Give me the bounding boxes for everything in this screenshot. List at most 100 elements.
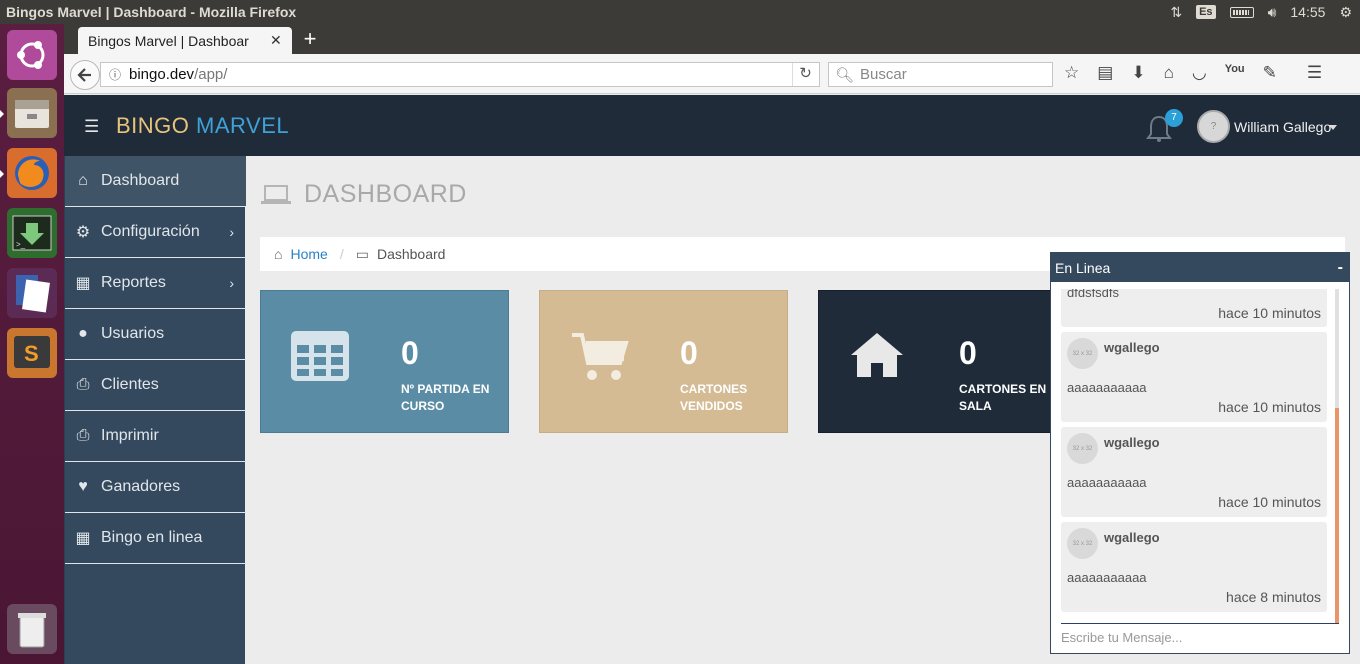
stat-card-partida[interactable]: 0 Nº PARTIDA EN CURSO	[260, 290, 509, 433]
firefox-icon[interactable]	[7, 148, 57, 198]
keyboard-layout-indicator[interactable]: Es	[1196, 5, 1216, 19]
message-user: wgallego	[1104, 435, 1160, 450]
stat-card-cartones-vendidos[interactable]: 0 CARTONES VENDIDOS	[539, 290, 788, 433]
brand-part2: MARVEL	[196, 113, 290, 138]
search-placeholder: Buscar	[860, 66, 907, 83]
grid-table-icon	[291, 331, 349, 381]
libreoffice-icon[interactable]	[7, 268, 57, 318]
message-time: hace 10 minutos	[1218, 305, 1321, 321]
table-icon: ▦	[75, 530, 91, 547]
chevron-down-icon[interactable]	[1329, 125, 1337, 130]
volume-icon[interactable]: 🔊︎	[1268, 4, 1277, 21]
stat-label: Nº PARTIDA EN CURSO	[401, 382, 490, 413]
svg-text:>_: >_	[16, 240, 26, 249]
close-tab-icon[interactable]: ✕	[270, 32, 282, 49]
sidebar-item-label: Reportes	[101, 274, 166, 291]
sidebar-item-usuarios[interactable]: ● Usuarios	[65, 309, 246, 360]
home-icon: ⌂	[274, 246, 283, 262]
pocket-icon[interactable]: ◡	[1192, 63, 1207, 83]
calendar-icon: ▦	[75, 275, 91, 292]
sidebar-item-ganadores[interactable]: ♥ Ganadores	[65, 462, 246, 513]
tab-title: Bingos Marvel | Dashboar	[88, 32, 249, 49]
sidebar-item-bingo-en-linea[interactable]: ▦ Bingo en linea	[65, 513, 246, 564]
back-button[interactable]	[70, 60, 100, 90]
terminal-download-icon[interactable]: >_	[7, 208, 57, 258]
laptop-icon	[261, 184, 291, 204]
house-icon	[851, 333, 903, 377]
message-user: wgallego	[1104, 530, 1160, 545]
avatar: 32 x 32	[1067, 338, 1098, 369]
chat-scrollbar-thumb[interactable]	[1335, 408, 1339, 623]
sidebar-item-label: Usuarios	[101, 325, 165, 342]
youtube-icon[interactable]: You	[1225, 63, 1245, 83]
trash-icon[interactable]	[7, 604, 57, 654]
sidebar-item-label: Ganadores	[101, 478, 181, 495]
chat-message: dfdsfsdfs hace 10 minutos	[1061, 289, 1327, 327]
stat-value: 0	[401, 335, 419, 371]
browser-tab[interactable]: Bingos Marvel | Dashboar ✕	[78, 27, 292, 54]
chat-messages[interactable]: dfdsfsdfs hace 10 minutos 32 x 32 wgalle…	[1061, 289, 1327, 619]
downloads-icon[interactable]: ⬇	[1131, 63, 1145, 83]
avatar: 32 x 32	[1067, 433, 1098, 464]
ubuntu-dash-icon[interactable]	[7, 30, 57, 80]
app-brand[interactable]: BINGO MARVEL	[116, 113, 289, 139]
sidebar-item-label: Imprimir	[101, 427, 159, 444]
notification-badge[interactable]: 7	[1165, 109, 1183, 127]
message-text: aaaaaaaaaaa	[1067, 475, 1147, 490]
network-icon[interactable]: ⇅	[1170, 4, 1182, 21]
sidebar-item-imprimir[interactable]: ⎙ Imprimir	[65, 411, 246, 462]
sidebar-item-reportes[interactable]: ▦ Reportes ›	[65, 258, 246, 309]
eyedropper-icon[interactable]: ✎	[1263, 63, 1277, 83]
hamburger-menu-icon[interactable]: ☰	[84, 117, 99, 137]
stat-value: 0	[959, 335, 977, 371]
sidebar-item-clientes[interactable]: ⎙ Clientes	[65, 360, 246, 411]
search-bar[interactable]: 🔍︎ Buscar	[828, 62, 1053, 87]
chat-message: 32 x 32 wgallego aaaaaaaaaaa hace 10 min…	[1061, 427, 1327, 517]
breadcrumb-separator: /	[339, 246, 344, 262]
files-icon[interactable]	[7, 88, 57, 138]
home-icon: ⌂	[78, 172, 88, 189]
message-text: aaaaaaaaaaa	[1067, 380, 1147, 395]
info-icon[interactable]: ⓘ	[101, 66, 129, 83]
clock[interactable]: 14:55	[1290, 4, 1325, 20]
browser-tab-bar: Bingos Marvel | Dashboar ✕ +	[64, 24, 1360, 54]
message-time: hace 10 minutos	[1218, 399, 1321, 415]
user-avatar[interactable]: ?	[1197, 110, 1230, 143]
user-name[interactable]: William Gallego	[1234, 119, 1331, 135]
menu-icon[interactable]: ☰	[1307, 63, 1322, 83]
chat-message-input[interactable]: Escribe tu Mensaje...	[1061, 623, 1339, 651]
app-header: ☰ BINGO MARVEL 7 ? William Gallego	[64, 95, 1360, 156]
home-icon[interactable]: ⌂	[1164, 63, 1174, 83]
system-tray: ⇅ Es 🔊︎ 14:55 ⚙	[1170, 4, 1360, 21]
sidebar-item-label: Dashboard	[101, 172, 180, 189]
breadcrumb-home-link[interactable]: Home	[290, 246, 327, 262]
browser-nav-bar: ⓘ bingo.dev/app/ ↻ 🔍︎ Buscar ☆ ▤ ⬇ ⌂ ◡ Y…	[64, 54, 1360, 94]
page-header: DASHBOARD	[260, 180, 467, 209]
sidebar-item-label: Bingo en linea	[101, 529, 203, 546]
reload-icon[interactable]: ↻	[792, 63, 818, 86]
url-bar[interactable]: ⓘ bingo.dev/app/	[100, 62, 820, 87]
ubuntu-launcher: >_ S	[0, 24, 64, 664]
chat-message: 32 x 32 wgallego aaaaaaaaaaa hace 8 minu…	[1061, 522, 1327, 612]
chat-header[interactable]: En Linea -	[1051, 253, 1349, 282]
avatar: 32 x 32	[1067, 528, 1098, 559]
gear-icon[interactable]: ⚙	[1339, 4, 1352, 21]
reading-list-icon[interactable]: ▤	[1097, 63, 1113, 83]
bookmark-star-icon[interactable]: ☆	[1064, 63, 1079, 83]
sidebar-item-dashboard[interactable]: ⌂ Dashboard	[65, 156, 246, 207]
sublime-text-icon[interactable]: S	[7, 328, 57, 378]
heart-icon: ♥	[78, 478, 88, 495]
printer-icon: ⎙	[76, 427, 90, 444]
url-host: bingo.dev	[129, 66, 195, 83]
battery-icon[interactable]	[1229, 6, 1254, 18]
os-top-panel: Bingos Marvel | Dashboard - Mozilla Fire…	[0, 0, 1360, 24]
sidebar-item-configuracion[interactable]: ⚙ Configuración ›	[65, 207, 246, 258]
sidebar: ⌂ Dashboard ⚙ Configuración › ▦ Reportes…	[64, 156, 246, 664]
chevron-right-icon: ›	[229, 224, 234, 240]
stat-card-cartones-sala[interactable]: 0 CARTONES EN SALA	[818, 290, 1067, 433]
minimize-button[interactable]: -	[1338, 259, 1343, 277]
message-time: hace 8 minutos	[1226, 589, 1321, 605]
search-icon: 🔍︎	[835, 66, 855, 84]
new-tab-button[interactable]: +	[298, 27, 322, 51]
svg-text:S: S	[24, 341, 39, 366]
